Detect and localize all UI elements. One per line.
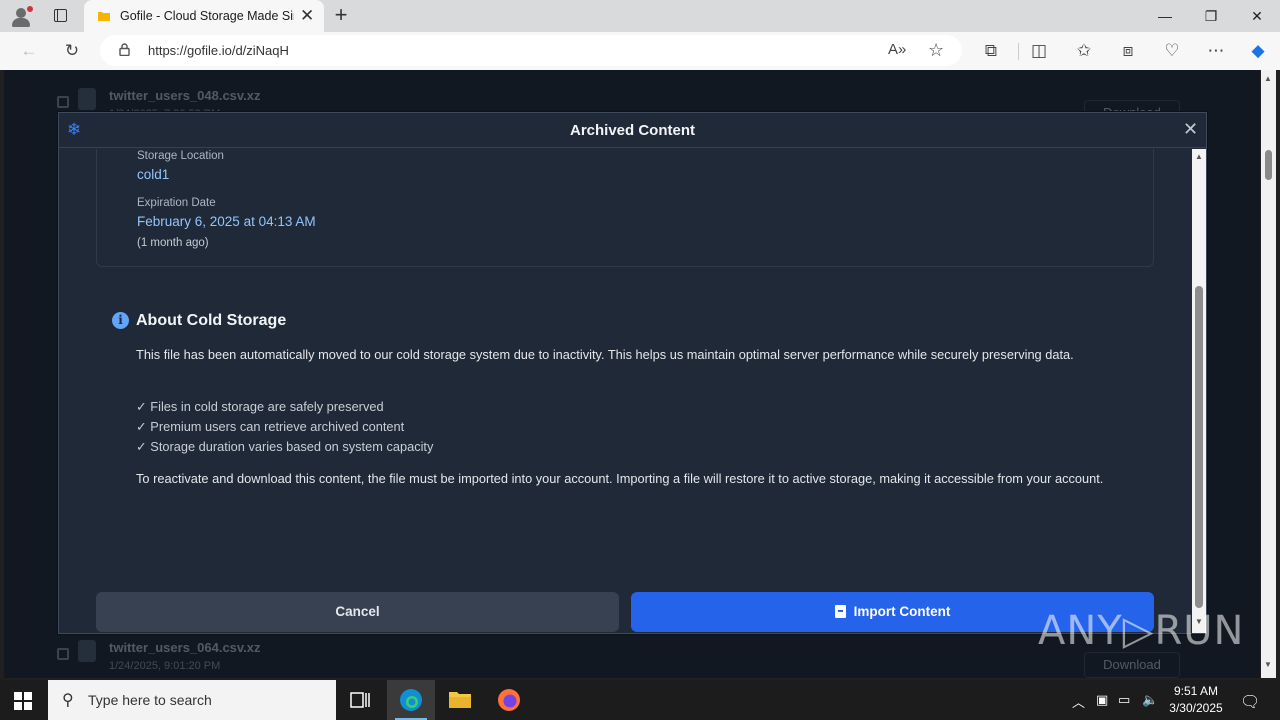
file-checkbox[interactable] [57, 648, 69, 660]
dialog-body: Storage Location cold1 Expiration Date F… [59, 149, 1192, 635]
download-button[interactable]: Download [1084, 652, 1180, 678]
file-name: twitter_users_048.csv.xz [109, 88, 261, 103]
extensions-icon[interactable]: ⧉ [980, 40, 1002, 62]
tab-actions-icon[interactable] [48, 5, 72, 27]
storage-location-value: cold1 [137, 167, 170, 182]
network-icon[interactable]: ▭ [1118, 692, 1130, 708]
browser-essentials-icon[interactable]: ♡ [1161, 40, 1183, 62]
benefit-list-item: ✓ Files in cold storage are safely prese… [136, 399, 384, 414]
anyrun-watermark: ANY▷RUN [1038, 608, 1245, 654]
clock-date: 3/30/2025 [1169, 701, 1223, 715]
copilot-icon[interactable]: ◆ [1247, 40, 1269, 62]
read-aloud-icon[interactable]: A» [888, 40, 906, 60]
restore-button[interactable]: ❐ [1188, 0, 1234, 32]
favorites-icon[interactable]: ✩ [1073, 40, 1095, 62]
page-scroll-thumb[interactable] [1265, 150, 1272, 180]
archived-content-dialog: ❄ Archived Content ✕ Storage Location co… [58, 112, 1207, 634]
task-view-icon[interactable] [336, 680, 384, 720]
close-dialog-icon[interactable]: ✕ [1183, 119, 1198, 139]
file-date: 1/24/2025, 9:01:20 PM [109, 660, 221, 672]
expiration-date-label: Expiration Date [137, 197, 216, 209]
system-clock[interactable]: 9:51 AM 3/30/2025 [1156, 683, 1236, 717]
page-scrollbar[interactable]: ▲ ▼ [1261, 70, 1276, 678]
taskbar-search-placeholder: Type here to search [88, 692, 212, 708]
settings-menu-icon[interactable]: ⋯ [1205, 40, 1227, 62]
search-icon: ⚲ [62, 692, 74, 709]
windows-taskbar: ⚲ Type here to search ︿ ▣ ▭ 🔈 9:51 AM 3/… [0, 680, 1280, 720]
collections-icon[interactable]: ⧈ [1117, 40, 1139, 62]
favorite-star-icon[interactable]: ☆ [928, 40, 944, 60]
file-import-icon [834, 605, 846, 618]
browser-tab-gofile[interactable]: Gofile - Cloud Storage Made Sim ✕ [84, 0, 324, 32]
show-hidden-icons-icon[interactable]: ︿ [1072, 692, 1085, 711]
info-icon: i [112, 312, 129, 329]
about-cold-storage-heading: About Cold Storage [136, 312, 287, 329]
edge-taskbar-icon[interactable] [387, 680, 435, 720]
benefit-list-item: ✓ Storage duration varies based on syste… [136, 439, 434, 454]
expiration-relative: (1 month ago) [137, 237, 209, 249]
lock-icon [119, 43, 130, 56]
file-name: twitter_users_064.csv.xz [109, 640, 261, 655]
url-text[interactable]: https://gofile.io/d/ziNaqH [148, 43, 289, 58]
close-tab-icon[interactable]: ✕ [300, 7, 314, 25]
file-icon [78, 88, 96, 110]
toolbar-divider [1018, 43, 1019, 60]
minimize-button[interactable]: — [1142, 0, 1188, 32]
file-explorer-icon[interactable] [436, 680, 484, 720]
new-tab-button[interactable]: + [330, 3, 352, 27]
benefit-list-item: ✓ Premium users can retrieve archived co… [136, 419, 405, 434]
meet-now-icon[interactable]: ▣ [1096, 692, 1108, 708]
folder-icon [98, 12, 110, 21]
notifications-icon[interactable]: 🗨 [1240, 692, 1260, 712]
dialog-title: Archived Content [569, 122, 695, 139]
expiration-date-value: February 6, 2025 at 04:13 AM [137, 214, 316, 229]
cold-storage-description: This file has been automatically moved t… [136, 347, 1074, 362]
windows-start-icon[interactable] [14, 692, 32, 710]
dialog-scrollbar[interactable]: ▲ ▼ [1192, 149, 1206, 633]
dialog-header: ❄ Archived Content ✕ [59, 113, 1206, 148]
scroll-down-icon[interactable]: ▼ [1264, 660, 1272, 669]
reactivate-instructions: To reactivate and download this content,… [136, 471, 1104, 486]
browser-toolbar: ← ↻ https://gofile.io/d/ziNaqH A» ☆ ⧉ ◫ … [0, 32, 1280, 70]
tab-title: Gofile - Cloud Storage Made Sim [120, 9, 294, 23]
file-checkbox[interactable] [57, 96, 69, 108]
clock-time: 9:51 AM [1173, 684, 1219, 698]
file-icon [78, 640, 96, 662]
dialog-scroll-thumb[interactable] [1195, 286, 1203, 608]
back-icon[interactable]: ← [18, 40, 40, 62]
import-button-label: Import Content [853, 604, 951, 619]
close-window-button[interactable]: ✕ [1234, 0, 1280, 32]
split-screen-icon[interactable]: ◫ [1028, 40, 1050, 62]
address-bar[interactable]: https://gofile.io/d/ziNaqH A» ☆ [100, 35, 962, 66]
storage-location-label: Storage Location [137, 150, 224, 162]
scroll-up-icon[interactable]: ▲ [1195, 152, 1203, 161]
cancel-button-label: Cancel [335, 604, 380, 619]
cancel-button[interactable]: Cancel [96, 592, 619, 632]
refresh-icon[interactable]: ↻ [61, 40, 83, 62]
firefox-icon[interactable] [485, 680, 533, 720]
browser-tab-strip: Gofile - Cloud Storage Made Sim ✕ + — ❐ … [0, 0, 1280, 32]
scroll-up-icon[interactable]: ▲ [1264, 74, 1272, 83]
taskbar-search-box[interactable]: ⚲ Type here to search [48, 680, 336, 720]
profile-icon[interactable] [10, 6, 33, 28]
file-info-card [96, 149, 1154, 267]
